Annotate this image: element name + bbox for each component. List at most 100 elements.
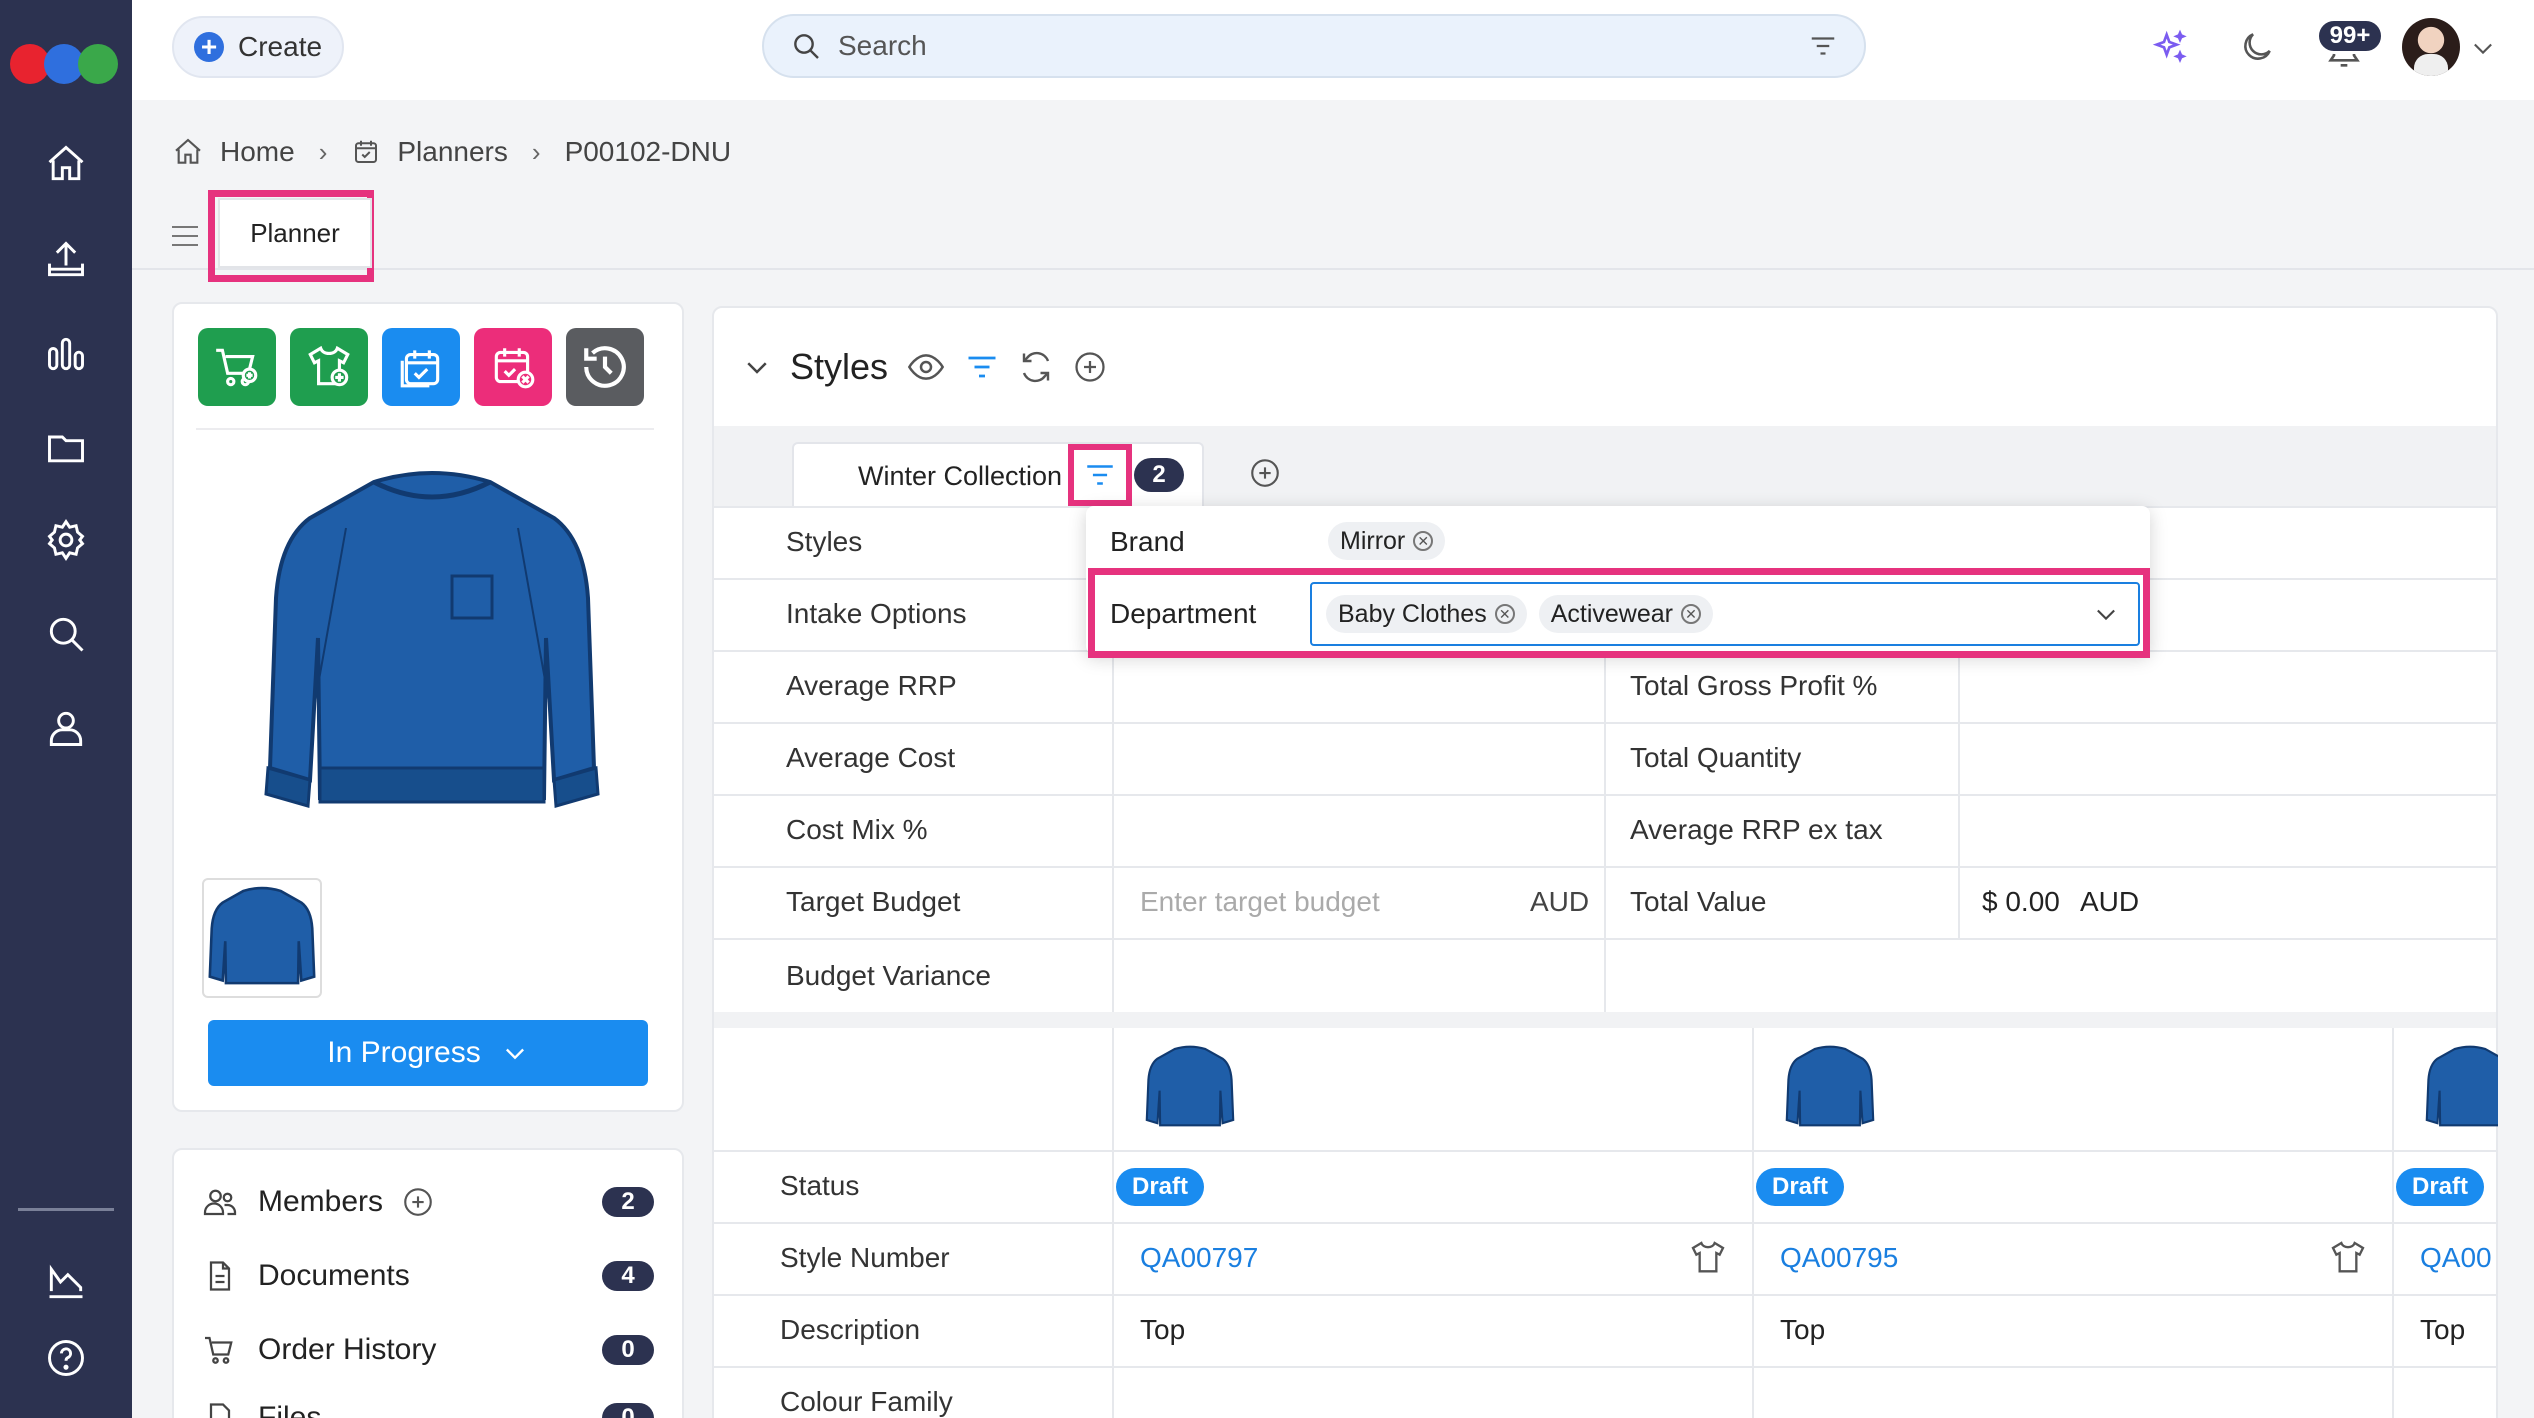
upload-icon[interactable]: [38, 232, 94, 288]
history-icon[interactable]: [566, 328, 644, 406]
style-number-link[interactable]: QA00797: [1140, 1242, 1258, 1274]
filter-icon[interactable]: [964, 349, 1000, 385]
total-value-amount: $ 0.00: [1982, 886, 2060, 917]
add-tab-icon[interactable]: [1248, 456, 1282, 490]
department-multiselect[interactable]: Baby Clothes ✕ Activewear ✕: [1310, 582, 2140, 646]
analytics-icon[interactable]: [38, 326, 94, 382]
document-icon: [200, 1258, 240, 1294]
avatar[interactable]: [2402, 18, 2460, 76]
department-chip-activewear[interactable]: Activewear ✕: [1538, 595, 1713, 633]
create-button[interactable]: + Create: [172, 16, 344, 78]
remove-chip-icon[interactable]: ✕: [1413, 531, 1434, 551]
file-icon: [200, 1400, 240, 1418]
target-budget-currency: AUD: [1530, 886, 1590, 917]
total-value-label: Total Value: [1630, 886, 1767, 917]
home-icon[interactable]: [38, 136, 94, 192]
description-value: Top: [2420, 1314, 2466, 1345]
calendar-copy-icon[interactable]: [382, 328, 460, 406]
chevron-right-icon: ›: [318, 136, 328, 167]
add-style-shirt-icon[interactable]: [290, 328, 368, 406]
style-image-3[interactable]: [2422, 1040, 2498, 1136]
product-thumbnail[interactable]: [202, 878, 322, 998]
status-badge[interactable]: Draft: [2396, 1168, 2485, 1206]
documents-row[interactable]: Documents 4: [200, 1256, 660, 1296]
status-row-label: Status: [780, 1170, 860, 1201]
chevron-down-icon[interactable]: [2468, 34, 2498, 62]
grid-line: [1112, 650, 1114, 1012]
department-chip-label: Activewear: [1550, 599, 1673, 628]
dark-mode-moon-icon[interactable]: [2238, 28, 2276, 66]
collection-filter-icon[interactable]: [1074, 450, 1126, 500]
breadcrumb-planners[interactable]: Planners: [397, 136, 508, 168]
app-logo[interactable]: [10, 40, 120, 86]
reports-chart-icon[interactable]: [38, 1254, 94, 1310]
tab-planner[interactable]: Planner: [218, 198, 372, 268]
brand-chip-label: Mirror: [1340, 526, 1406, 555]
ai-sparkle-icon[interactable]: [2150, 28, 2190, 68]
style-number-link[interactable]: QA00795: [1780, 1242, 1898, 1274]
grid-line: [1752, 1028, 1754, 1418]
home-icon[interactable]: [172, 136, 204, 168]
status-dropdown-button[interactable]: In Progress: [208, 1020, 648, 1086]
tab-row: [132, 190, 2534, 270]
style-shirt-icon[interactable]: [1688, 1238, 1728, 1283]
target-budget-input[interactable]: Enter target budget: [1140, 886, 1380, 918]
add-circle-icon[interactable]: [1072, 349, 1108, 385]
grid-line: [1958, 650, 1960, 940]
style-number-link[interactable]: QA00: [2420, 1242, 2498, 1274]
style-number-row-label: Style Number: [780, 1242, 950, 1273]
grid-line: [2392, 1028, 2394, 1418]
average-cost-label: Average Cost: [786, 742, 956, 773]
collection-tab-label: Winter Collection: [858, 460, 1063, 491]
search-placeholder: Search: [838, 30, 927, 61]
calendar-cancel-icon[interactable]: [474, 328, 552, 406]
help-icon[interactable]: [38, 1330, 94, 1386]
user-profile-icon[interactable]: [38, 700, 94, 756]
order-history-row[interactable]: Order History 0: [200, 1330, 660, 1370]
search-icon[interactable]: [38, 606, 94, 662]
department-filter-label: Department: [1110, 598, 1257, 629]
styles-title: Styles: [790, 346, 889, 387]
order-history-count-badge: 0: [602, 1335, 654, 1365]
style-shirt-icon[interactable]: [2328, 1238, 2368, 1283]
cart-icon: [200, 1332, 240, 1368]
add-to-cart-icon[interactable]: [198, 328, 276, 406]
chevron-down-icon[interactable]: [742, 352, 772, 382]
files-label: Files: [258, 1401, 322, 1418]
status-badge[interactable]: Draft: [1116, 1168, 1205, 1206]
menu-toggle-icon[interactable]: [170, 224, 200, 248]
grid-line: [1112, 1028, 1114, 1418]
files-row[interactable]: Files 0: [200, 1398, 660, 1418]
files-count-badge: 0: [602, 1403, 654, 1418]
budget-variance-label: Budget Variance: [786, 960, 991, 991]
grid-separator: [714, 1012, 2496, 1028]
members-row[interactable]: Members 2: [200, 1182, 660, 1222]
remove-chip-icon[interactable]: ✕: [1494, 604, 1515, 624]
filter-count-badge: 2: [1134, 458, 1184, 492]
brand-chip-mirror[interactable]: Mirror ✕: [1328, 522, 1446, 560]
colour-family-row-label: Colour Family: [780, 1386, 953, 1417]
rail-divider: [18, 1208, 114, 1211]
status-badge[interactable]: Draft: [1756, 1168, 1845, 1206]
average-rrp-label: Average RRP: [786, 670, 957, 701]
style-image-2[interactable]: [1782, 1040, 1878, 1136]
department-chip-baby-clothes[interactable]: Baby Clothes ✕: [1326, 595, 1527, 633]
breadcrumb-home[interactable]: Home: [220, 136, 295, 168]
divider: [196, 428, 654, 430]
chevron-down-icon[interactable]: [2092, 600, 2120, 628]
eye-icon[interactable]: [906, 347, 946, 387]
settings-gear-icon[interactable]: [38, 512, 94, 568]
search-bar[interactable]: Search: [762, 14, 1866, 78]
total-value-currency: AUD: [2080, 886, 2140, 917]
total-quantity-label: Total Quantity: [1630, 742, 1802, 773]
breadcrumb: Home › Planners › P00102-DNU: [172, 132, 731, 172]
folder-icon[interactable]: [38, 420, 94, 476]
description-row-label: Description: [780, 1314, 921, 1345]
filter-icon[interactable]: [1808, 31, 1838, 61]
style-image-1[interactable]: [1142, 1040, 1238, 1136]
status-label: In Progress: [327, 1036, 481, 1069]
department-chip-label: Baby Clothes: [1338, 599, 1487, 628]
add-member-icon[interactable]: [401, 1185, 435, 1219]
refresh-icon[interactable]: [1018, 349, 1054, 385]
remove-chip-icon[interactable]: ✕: [1680, 604, 1701, 624]
